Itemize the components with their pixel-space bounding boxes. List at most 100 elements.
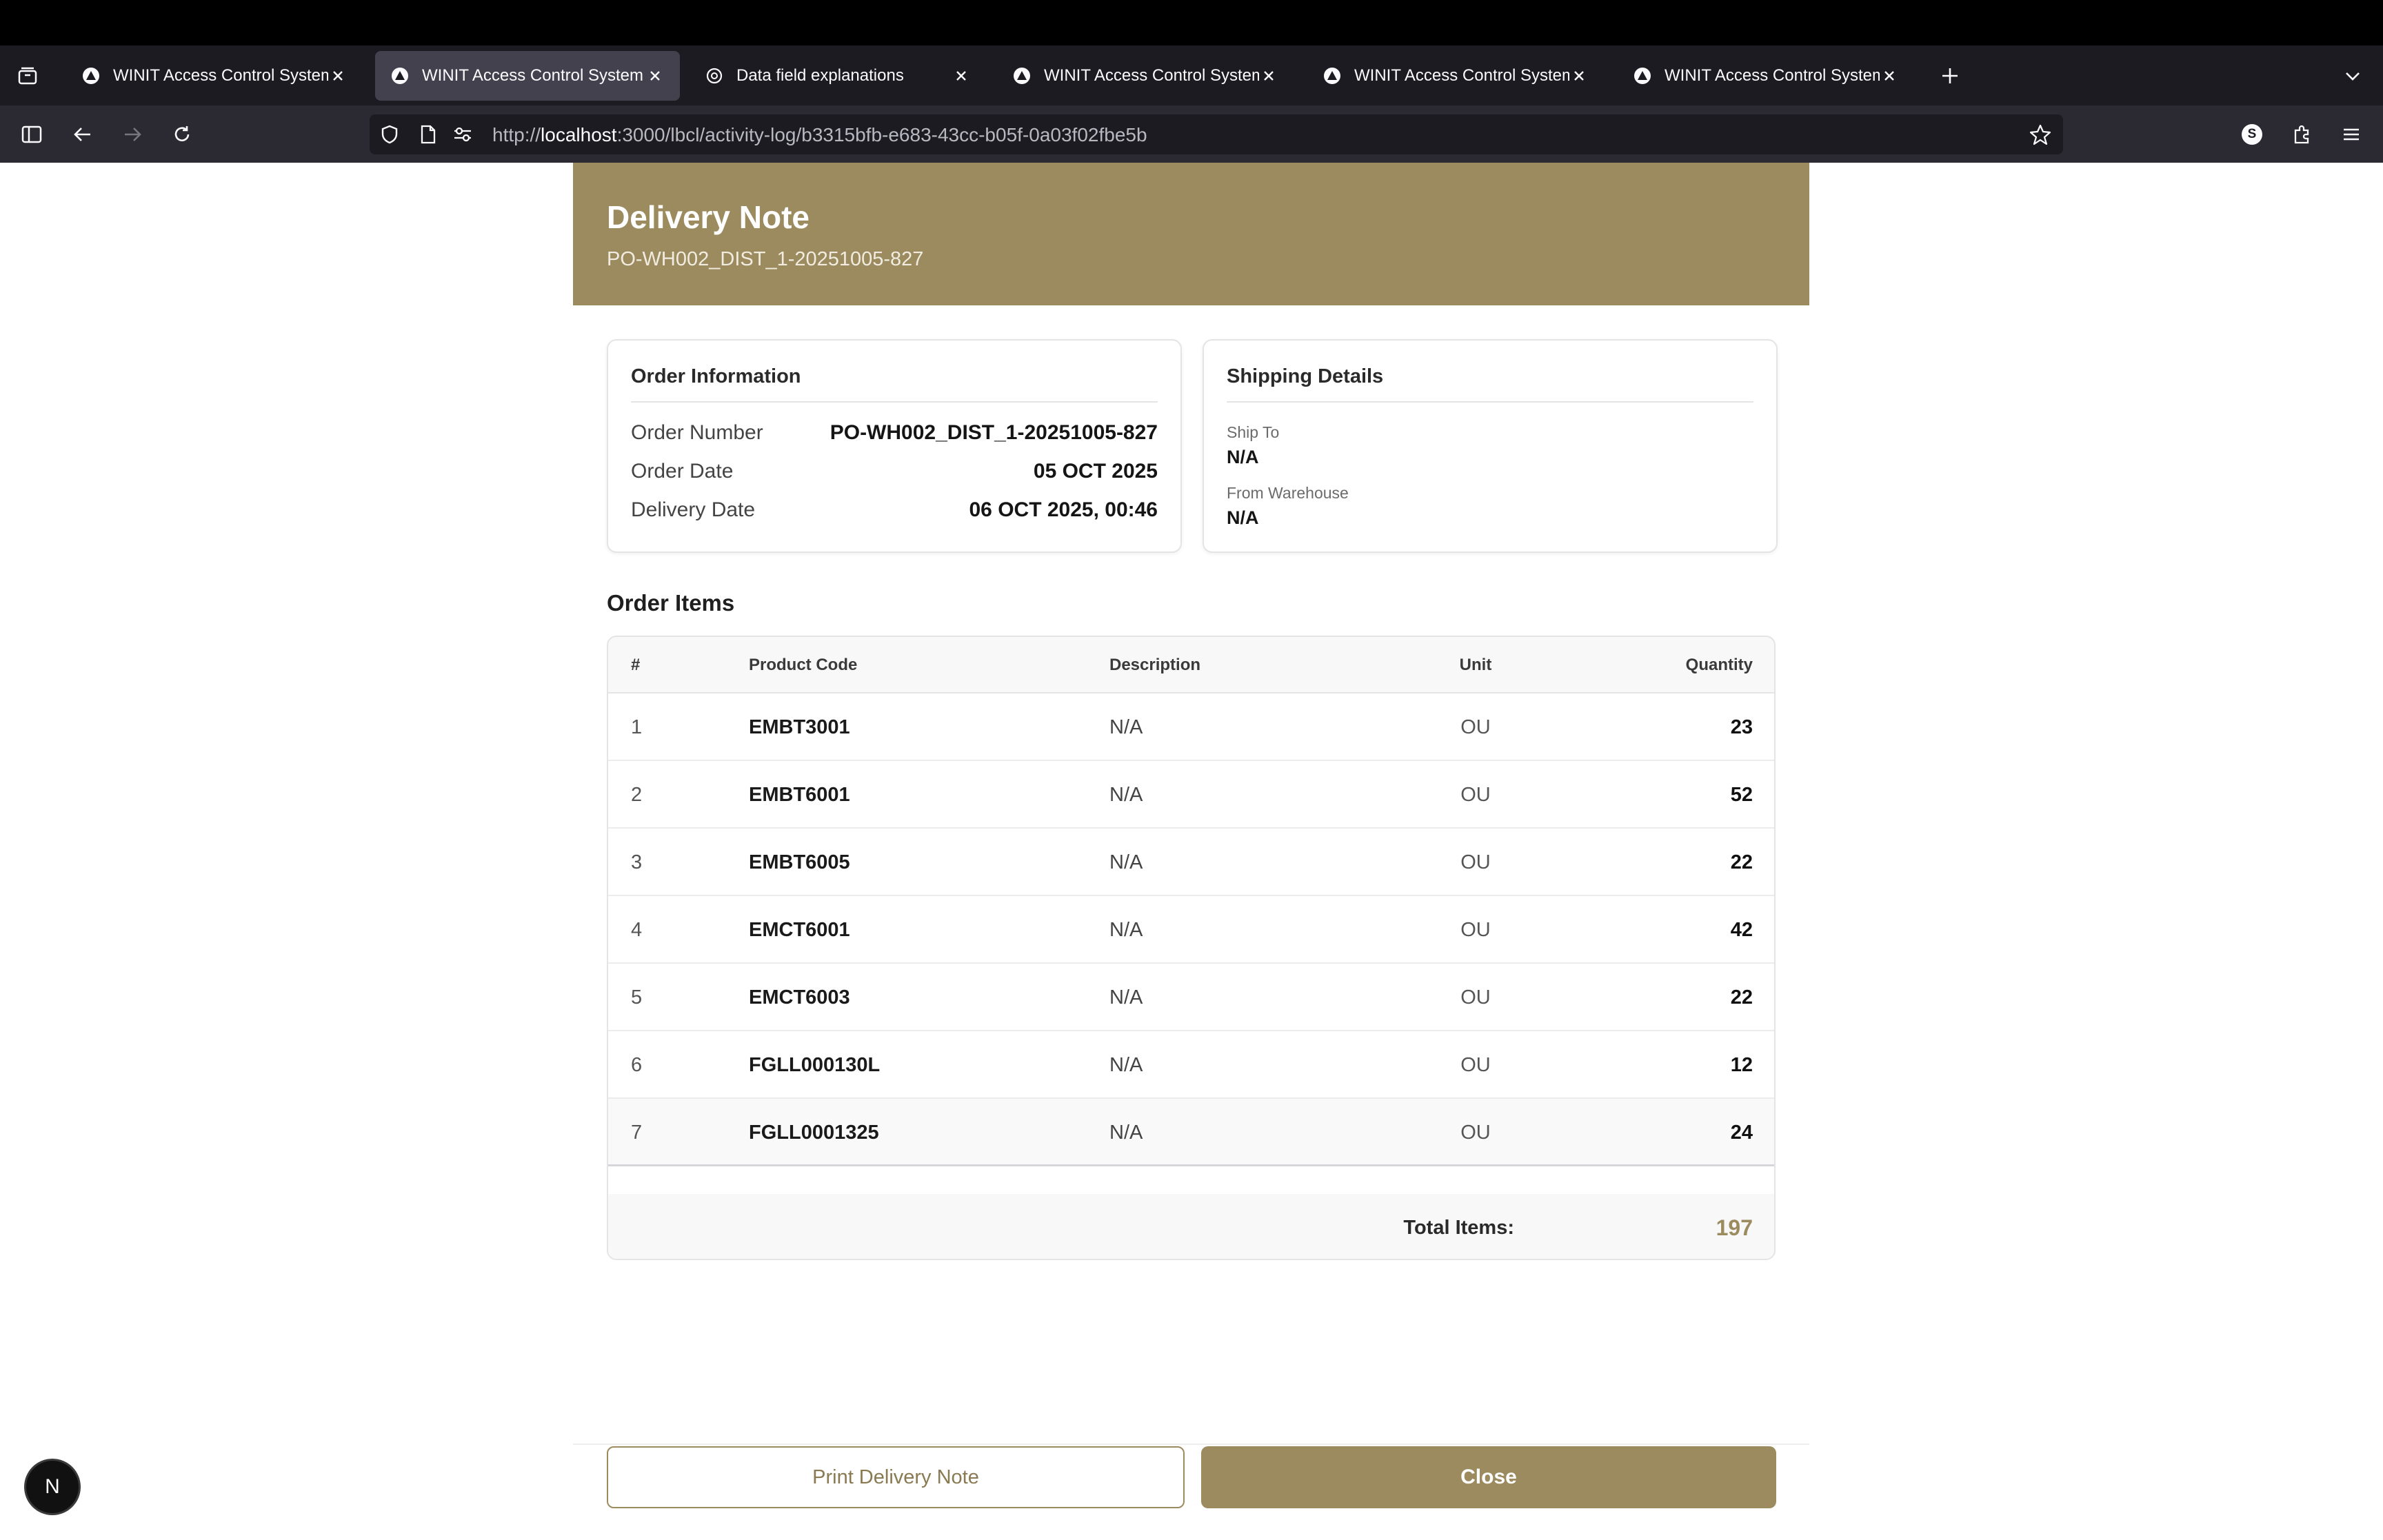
browser-tab-strip: WINIT Access Control System WINIT Access… <box>0 45 2383 105</box>
tab-title: WINIT Access Control System <box>1354 66 1569 85</box>
triangle-logo-icon <box>390 66 410 85</box>
account-initial: S <box>2242 124 2262 145</box>
order-number-label: Order Number <box>631 421 763 444</box>
browser-tab[interactable]: WINIT Access Control System <box>66 51 363 101</box>
hamburger-menu-icon[interactable] <box>2337 121 2365 148</box>
nextjs-dev-indicator-icon[interactable]: N <box>26 1461 79 1513</box>
forward-arrow-icon[interactable] <box>119 121 146 148</box>
order-date-label: Order Date <box>631 460 734 483</box>
description: N/A <box>1109 716 1143 738</box>
os-top-bar <box>0 0 2383 45</box>
description: N/A <box>1109 1121 1143 1144</box>
unit: OU <box>1460 851 1491 873</box>
tab-title: Data field explanations <box>736 66 904 85</box>
quantity: 12 <box>1730 1053 1753 1076</box>
row-number: 5 <box>631 986 643 1009</box>
description: N/A <box>1109 986 1143 1009</box>
description: N/A <box>1109 783 1143 806</box>
browser-tab[interactable]: Data field explanations <box>690 51 986 101</box>
close-icon[interactable] <box>328 66 348 85</box>
url-host: localhost <box>541 124 617 145</box>
description: N/A <box>1109 851 1143 873</box>
order-number-value: PO-WH002_DIST_1-20251005-827 <box>829 421 1158 444</box>
row-number: 7 <box>631 1121 643 1144</box>
account-avatar-icon[interactable]: S <box>2238 121 2266 148</box>
triangle-logo-icon <box>1323 66 1342 85</box>
table-row: 4 EMCT6001 N/A OU 42 <box>608 896 1774 964</box>
from-warehouse-value: N/A <box>1227 507 1259 528</box>
page-content: Delivery Note PO-WH002_DIST_1-20251005-8… <box>0 163 2383 1540</box>
page-subtitle: PO-WH002_DIST_1-20251005-827 <box>607 248 924 270</box>
list-tabs-chevron-down-icon[interactable] <box>2339 62 2366 90</box>
column-header-description: Description <box>1109 656 1201 674</box>
new-tab-plus-icon[interactable] <box>1936 62 1964 90</box>
address-bar[interactable]: http://localhost:3000/lbcl/activity-log/… <box>370 114 2063 154</box>
url-text[interactable]: http://localhost:3000/lbcl/activity-log/… <box>492 124 1147 146</box>
unit: OU <box>1460 1053 1491 1076</box>
column-header-unit: Unit <box>1459 656 1492 674</box>
close-icon[interactable] <box>645 66 665 85</box>
browser-tab[interactable]: WINIT Access Control System <box>997 51 1294 101</box>
shipping-details-card: Shipping Details Ship To N/A From Wareho… <box>1203 339 1778 553</box>
dev-badge-letter: N <box>45 1475 60 1498</box>
extensions-puzzle-icon[interactable] <box>2288 121 2315 148</box>
close-icon[interactable] <box>1880 66 1899 85</box>
unit: OU <box>1460 1121 1491 1144</box>
page-title: Delivery Note <box>607 199 810 235</box>
quantity: 42 <box>1730 918 1753 941</box>
back-arrow-icon[interactable] <box>69 121 97 148</box>
browser-tab[interactable]: WINIT Access Control System <box>1618 51 1914 101</box>
order-information-card: Order Information Order Number PO-WH002_… <box>607 339 1182 553</box>
triangle-logo-icon <box>81 66 101 85</box>
shield-icon[interactable] <box>378 123 401 146</box>
permissions-icon[interactable] <box>451 123 474 146</box>
triangle-logo-icon <box>1633 66 1652 85</box>
table-footer: Total Items: 197 <box>608 1194 1774 1259</box>
page-info-icon[interactable] <box>416 123 440 146</box>
product-code: EMCT6003 <box>749 986 850 1009</box>
close-icon[interactable] <box>1259 66 1278 85</box>
unit: OU <box>1460 918 1491 941</box>
tab-title: WINIT Access Control System <box>422 66 643 85</box>
product-code: EMCT6001 <box>749 918 850 941</box>
bookmark-star-icon[interactable] <box>2027 121 2053 148</box>
browser-tab[interactable]: WINIT Access Control System <box>1307 51 1604 101</box>
total-items-label: Total Items: <box>1403 1216 1514 1239</box>
order-number-row: Order Number PO-WH002_DIST_1-20251005-82… <box>631 419 1158 447</box>
tab-overview-icon[interactable] <box>14 62 41 90</box>
table-row: 7 FGLL0001325 N/A OU 24 <box>608 1099 1774 1166</box>
print-delivery-note-button[interactable]: Print Delivery Note <box>607 1446 1185 1508</box>
quantity: 22 <box>1730 851 1753 873</box>
close-button[interactable]: Close <box>1201 1446 1776 1508</box>
quantity: 23 <box>1730 716 1753 738</box>
browser-toolbar: http://localhost:3000/lbcl/activity-log/… <box>0 105 2383 163</box>
card-heading: Shipping Details <box>1227 365 1384 387</box>
delivery-date-row: Delivery Date 06 OCT 2025, 00:46 <box>631 496 1158 524</box>
tab-title: WINIT Access Control System <box>1044 66 1259 85</box>
divider <box>631 401 1158 403</box>
sidebar-icon[interactable] <box>18 121 46 148</box>
order-items-heading: Order Items <box>607 590 735 616</box>
close-icon[interactable] <box>952 66 971 85</box>
close-icon[interactable] <box>1569 66 1589 85</box>
quantity: 52 <box>1730 783 1753 806</box>
column-header-number: # <box>631 656 641 674</box>
reload-icon[interactable] <box>168 121 196 148</box>
tab-title: WINIT Access Control System <box>1665 66 1880 85</box>
tab-title: WINIT Access Control System <box>113 66 328 85</box>
product-code: FGLL000130L <box>749 1053 881 1076</box>
url-path: :3000/lbcl/activity-log/b3315bfb-e683-43… <box>616 124 1147 145</box>
url-prefix: http:// <box>492 124 541 145</box>
description: N/A <box>1109 1053 1143 1076</box>
browser-tab-active[interactable]: WINIT Access Control System <box>375 51 680 101</box>
unit: OU <box>1460 783 1491 806</box>
row-number: 4 <box>631 918 643 941</box>
triangle-logo-icon <box>1012 66 1032 85</box>
table-row: 1 EMBT3001 N/A OU 23 <box>608 693 1774 761</box>
quantity: 24 <box>1730 1121 1753 1144</box>
row-number: 6 <box>631 1053 643 1076</box>
table-row: 3 EMBT6005 N/A OU 22 <box>608 829 1774 896</box>
table-row: 6 FGLL000130L N/A OU 12 <box>608 1031 1774 1099</box>
footer-divider <box>573 1443 1809 1445</box>
openai-logo-icon <box>705 66 724 85</box>
